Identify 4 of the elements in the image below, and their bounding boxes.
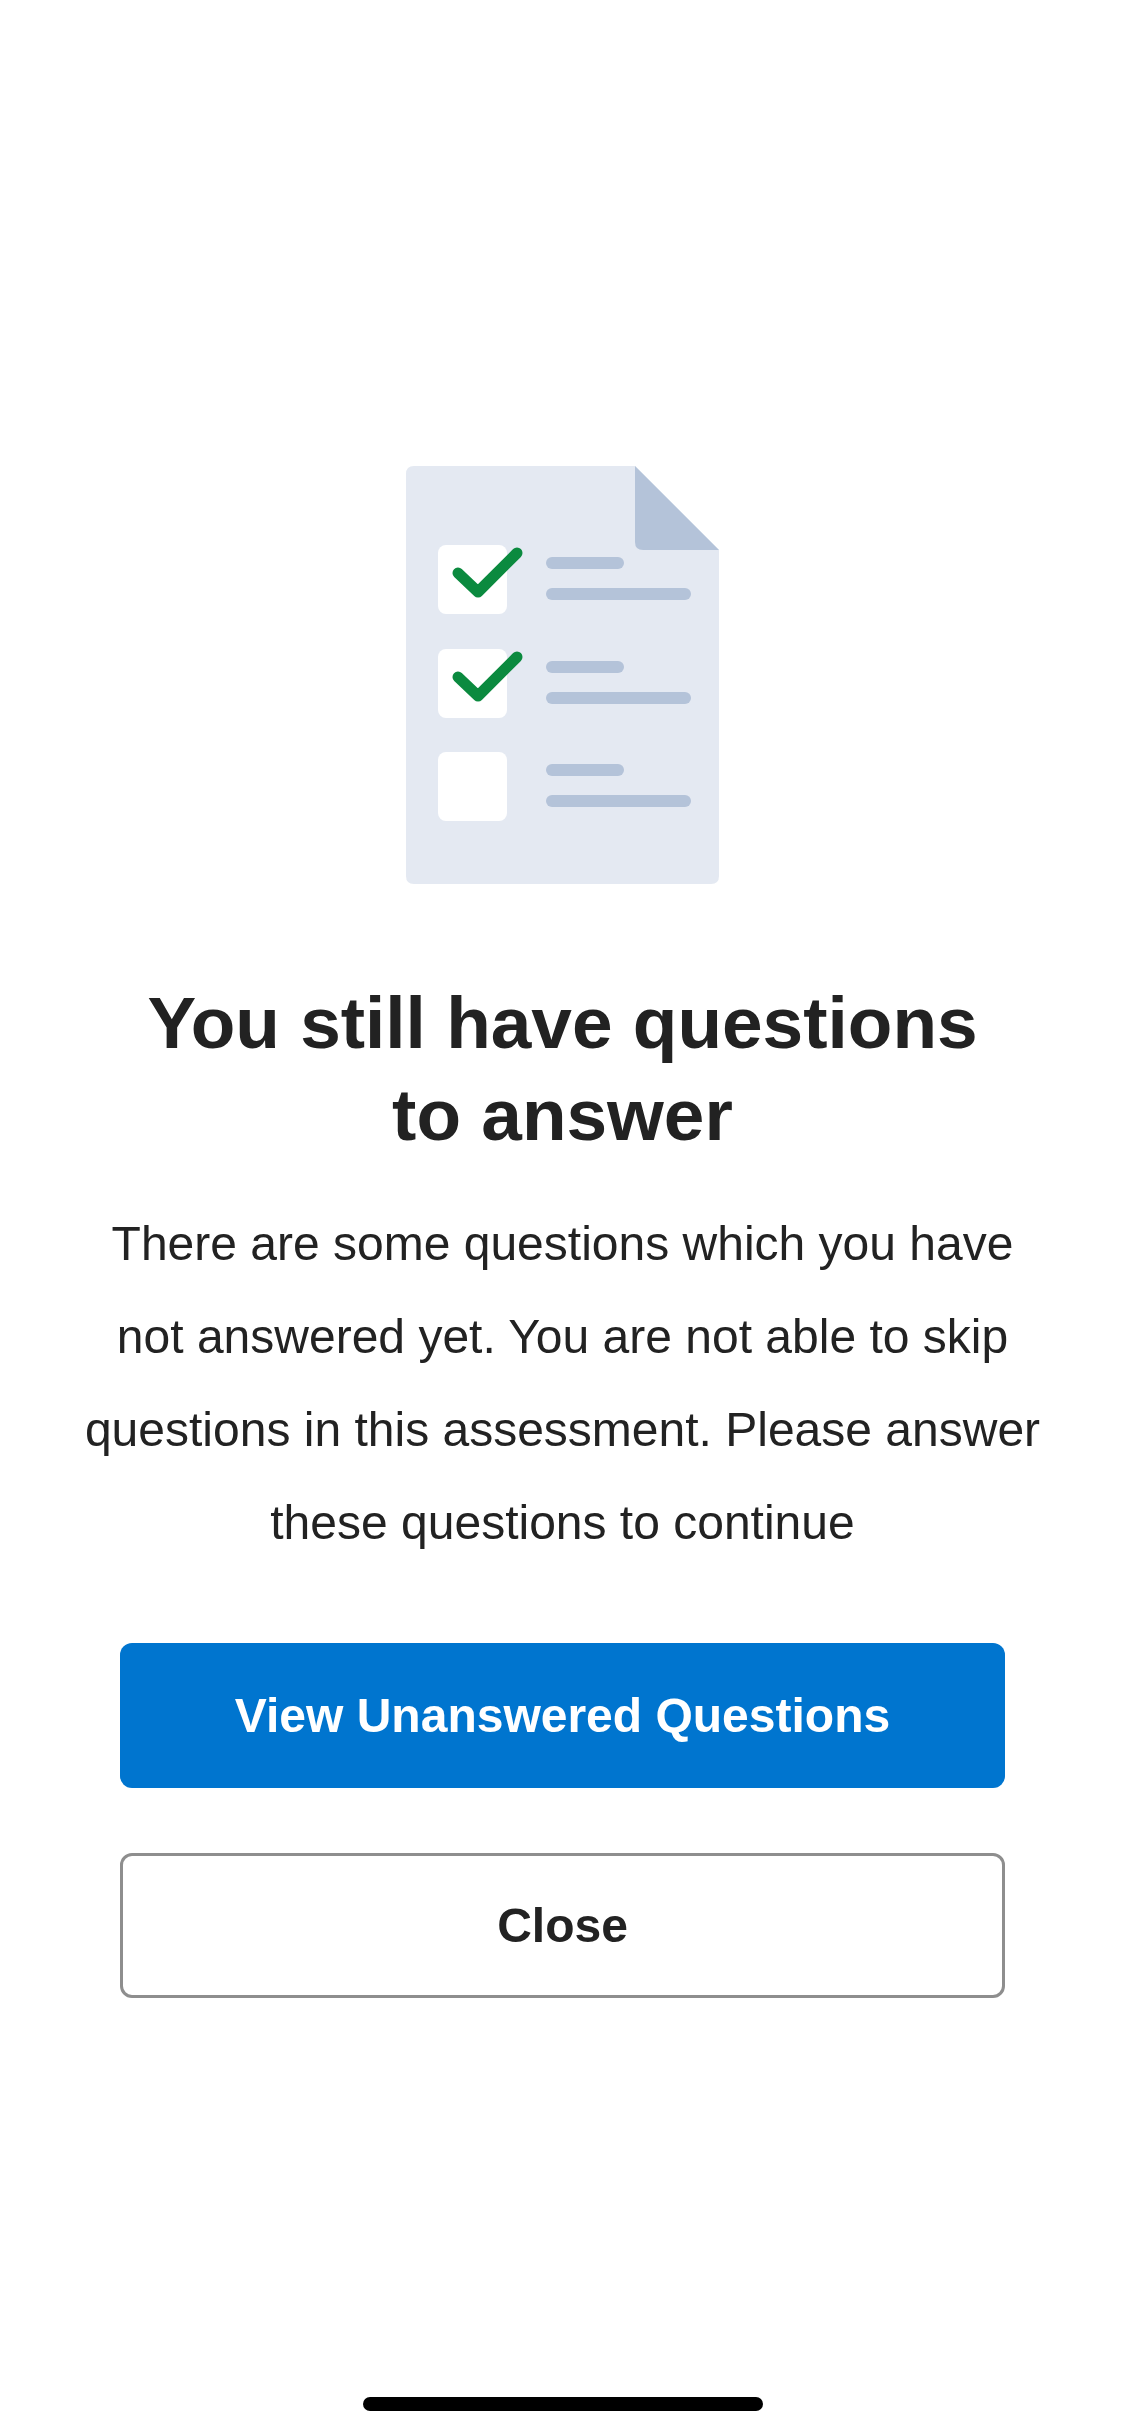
close-button[interactable]: Close — [120, 1853, 1005, 1998]
dialog-message: There are some questions which you have not answered yet. You are not able to skip questions in this assessment. Please answer these questions to continue — [83, 1216, 1042, 1551]
dialog-title: You still have questions to answer — [146, 981, 979, 1157]
view-unanswered-button[interactable]: View Unanswered Questions — [120, 1643, 1005, 1788]
